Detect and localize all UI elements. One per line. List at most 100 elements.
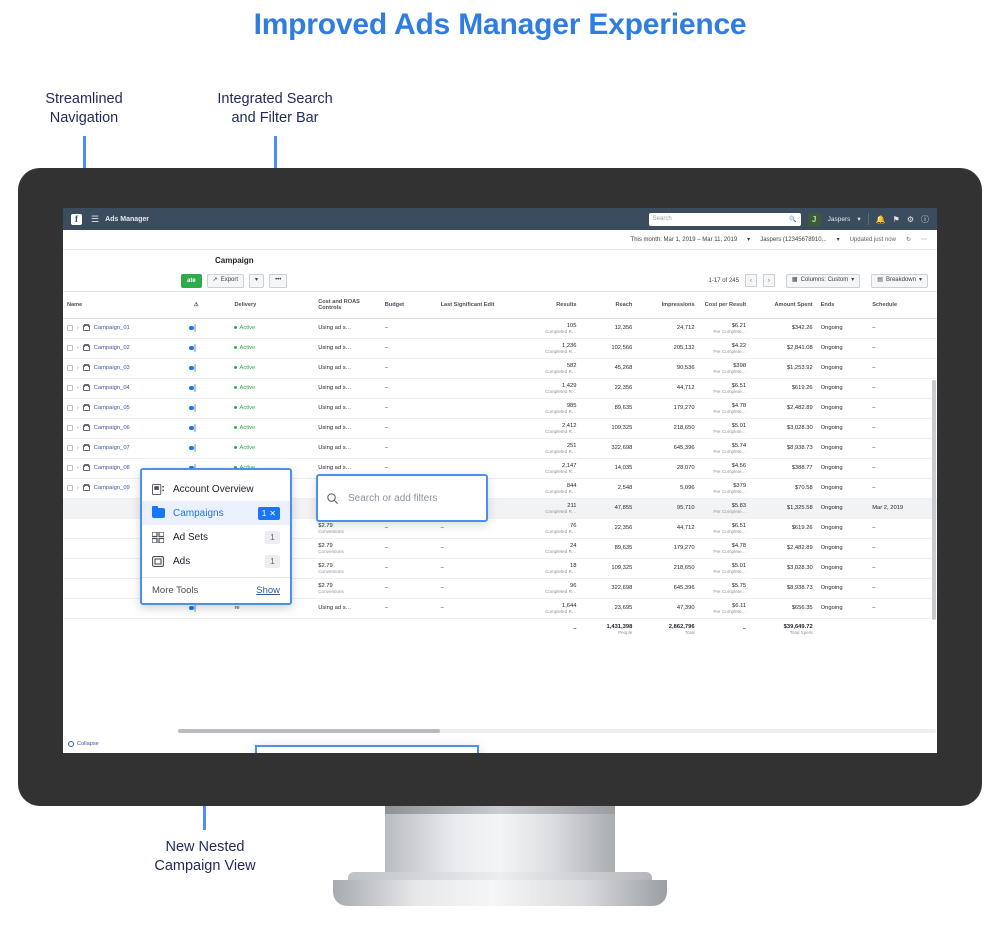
cell-name[interactable]: › Campaign_07 [63,438,190,459]
chevron-down-icon[interactable]: ▾ [837,236,840,243]
hamburger-icon[interactable]: ☰ [91,214,99,225]
th-schedule[interactable]: Schedule [868,292,937,319]
row-checkbox[interactable] [67,465,73,471]
th-ends[interactable]: Ends [816,292,869,319]
status-toggle[interactable] [189,604,196,612]
campaign-name-link[interactable]: Campaign_04 [94,385,130,391]
account-name-label[interactable]: Jaspers [828,216,851,223]
campaign-name-link[interactable]: Campaign_08 [94,465,130,471]
th-cost-per-result[interactable]: Cost per Result [698,292,751,319]
close-icon[interactable]: ✕ [269,507,276,520]
status-toggle[interactable] [189,364,196,372]
refresh-icon[interactable]: ↻ [906,236,911,243]
cell-toggle[interactable] [189,398,231,419]
nav-item-ads[interactable]: Ads 1 [142,549,290,573]
cell-toggle[interactable] [189,378,231,399]
help-icon[interactable]: ⓘ [921,214,929,225]
search-filter-input[interactable]: Search or add filters [326,483,478,513]
status-toggle[interactable] [189,424,196,432]
cell-name[interactable]: › Campaign_02 [63,338,190,359]
table-row[interactable]: › Campaign_06 Active Using ad s… –2,412 Compl… [63,418,937,439]
table-row[interactable]: › Campaign_05 Active Using ad s… –985 Complet… [63,398,937,419]
chevron-right-icon[interactable]: › [77,405,79,411]
nav-item-campaigns[interactable]: Campaigns 1 ✕ [142,501,290,525]
campaign-name-link[interactable]: Campaign_03 [94,365,130,371]
row-checkbox[interactable] [67,345,73,351]
nav-badge-campaigns[interactable]: 1 ✕ [257,506,280,520]
chevron-right-icon[interactable]: › [77,325,79,331]
table-row[interactable]: › Campaign_02 Active Using ad s… –1,236 Compl… [63,338,937,359]
global-search-input[interactable]: Search 🔍 [648,212,801,226]
chevron-right-icon[interactable]: › [77,365,79,371]
th-results[interactable]: Results [531,292,581,319]
nav-item-account-overview[interactable]: Account Overview [142,477,290,501]
cell-toggle[interactable] [189,358,231,379]
more-options-button[interactable]: ••• [269,273,288,288]
create-button[interactable]: ate [181,273,202,288]
campaign-name-link[interactable]: Campaign_01 [94,325,130,331]
status-toggle[interactable] [189,444,196,452]
campaign-name-link[interactable]: Campaign_09 [94,485,130,491]
th-cost-roas[interactable]: Cost and ROAS Controls [314,292,381,319]
row-checkbox[interactable] [67,385,73,391]
chevron-right-icon[interactable]: › [77,465,79,471]
breakdown-button[interactable]: ▤ Breakdown ▾ [871,273,928,288]
chevron-right-icon[interactable]: › [77,385,79,391]
chevron-down-icon[interactable]: ▾ [857,215,860,223]
gear-icon[interactable]: ⚙ [907,215,914,224]
cell-name[interactable]: › Campaign_03 [63,358,190,379]
status-toggle[interactable] [189,384,196,392]
cell-name[interactable]: › Campaign_05 [63,398,190,419]
bell-icon[interactable]: 🔔 [876,215,886,224]
more-tools-show-link[interactable]: Show [256,585,280,596]
campaign-name-link[interactable]: Campaign_02 [94,345,130,351]
th-impressions[interactable]: Impressions [636,292,699,319]
horizontal-scrollbar[interactable] [178,729,440,733]
campaign-name-link[interactable]: Campaign_05 [94,405,130,411]
cell-toggle[interactable] [189,418,231,439]
campaign-name-link[interactable]: Campaign_06 [94,425,130,431]
status-toggle[interactable] [189,344,196,352]
status-toggle[interactable] [189,324,196,332]
cell-toggle[interactable] [189,438,231,459]
status-toggle[interactable] [189,404,196,412]
export-dropdown-button[interactable]: ▾ [249,273,265,288]
nested-row-campaign_09[interactable]: ⌄Campaign_09 [257,747,477,753]
row-checkbox[interactable] [67,445,73,451]
cell-name[interactable]: › Campaign_04 [63,378,190,399]
th-budget[interactable]: Budget [380,292,437,319]
chevron-right-icon[interactable]: › [77,445,79,451]
export-button[interactable]: ➚ Export [206,273,245,288]
columns-button[interactable]: ▦ Columns: Custom ▾ [785,273,861,288]
chevron-down-icon[interactable]: ▾ [747,236,750,243]
cell-name[interactable]: › Campaign_01 [63,318,190,339]
ellipsis-icon[interactable]: ⋯ [921,236,927,243]
table-row[interactable]: › Campaign_03 Active Using ad s… –582 Complet… [63,358,937,379]
nav-item-ad-sets[interactable]: Ad Sets 1 [142,525,290,549]
cell-toggle[interactable] [189,318,231,339]
table-row[interactable]: › Campaign_01 Active Using ad s… –105 Complet… [63,318,937,339]
account-selector[interactable]: Jaspers (12345678910... [760,237,826,243]
vertical-scrollbar[interactable] [932,380,936,620]
search-filter-popover[interactable]: Search or add filters [316,474,488,522]
row-checkbox[interactable] [67,425,73,431]
next-page-button[interactable]: › [762,274,775,287]
prev-page-button[interactable]: ‹ [744,274,757,287]
chevron-right-icon[interactable]: › [77,345,79,351]
row-checkbox[interactable] [67,405,73,411]
cell-name[interactable]: › Campaign_06 [63,418,190,439]
th-amount-spent[interactable]: Amount Spent [750,292,817,319]
cell-toggle[interactable] [189,338,231,359]
avatar[interactable]: J [807,212,821,226]
chevron-right-icon[interactable]: › [77,485,79,491]
row-checkbox[interactable] [67,485,73,491]
table-row[interactable]: › Campaign_04 Active Using ad s… –1,429 Compl… [63,378,937,399]
collapse-button[interactable]: Collapse [68,741,99,747]
table-row[interactable]: › Campaign_07 Active Using ad s… –251 Complet… [63,438,937,459]
date-range-selector[interactable]: This month: Mar 1, 2019 – Mar 11, 2019 [631,237,738,243]
chevron-right-icon[interactable]: › [77,425,79,431]
th-last-edit[interactable]: Last Significant Edit [436,292,532,319]
row-checkbox[interactable] [67,365,73,371]
th-name[interactable]: Name [63,292,190,319]
flag-icon[interactable]: ⚑ [893,215,900,224]
